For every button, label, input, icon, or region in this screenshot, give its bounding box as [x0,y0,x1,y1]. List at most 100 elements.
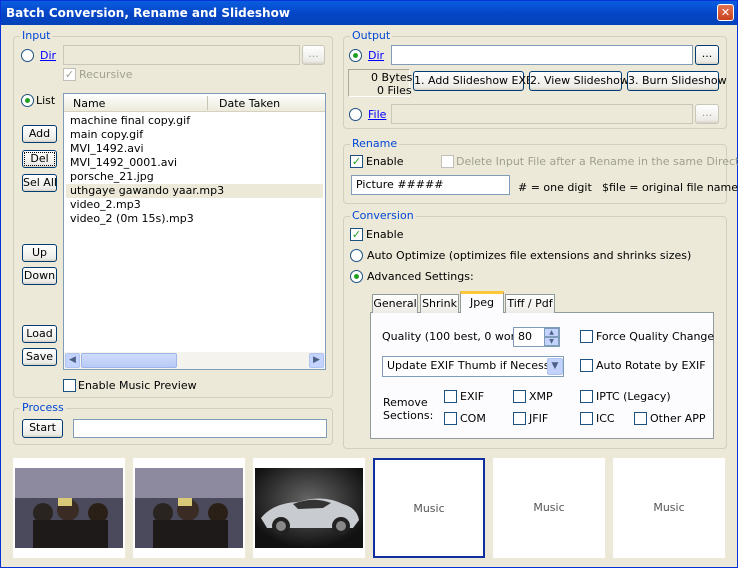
delete-input-checkbox[interactable] [441,155,454,168]
output-bytes: 0 Bytes [371,71,413,84]
output-dir-browse-button[interactable]: ... [695,45,719,65]
thumbnail-video-2[interactable] [133,458,245,558]
auto-optimize-radio[interactable] [350,249,363,262]
com-checkbox[interactable] [444,412,457,425]
force-quality-label: Force Quality Change [596,330,715,343]
close-button[interactable]: ✕ [717,4,734,21]
music-preview-checkbox[interactable] [63,379,76,392]
tab-general[interactable]: General [372,294,418,313]
output-file-field[interactable] [391,104,693,124]
burn-slideshow-button[interactable]: 3. Burn Slideshow [627,71,727,91]
file-list[interactable]: Name Date Taken machine final copy.gif m… [63,93,326,370]
music-label: Music [533,501,565,514]
output-file-link[interactable]: File [368,108,386,121]
add-slideshow-exe-button[interactable]: 1. Add Slideshow EXE [413,71,533,91]
horizontal-scrollbar[interactable]: ◀ ▶ [64,352,325,369]
start-button[interactable]: Start [22,419,63,438]
thumbnail-music-3[interactable]: Music [613,458,725,558]
output-group-label: Output [350,29,393,42]
output-file-radio[interactable] [349,108,362,121]
exif-thumb-select[interactable]: Update EXIF Thumb if Necessary [382,356,564,377]
iptc-checkbox[interactable] [580,390,593,403]
auto-optimize-label: Auto Optimize (optimizes file extensions… [367,249,692,262]
output-dir-radio[interactable] [349,49,362,62]
main-window: Batch Conversion, Rename and Slideshow ✕… [0,0,738,568]
list-item[interactable]: main copy.gif [70,128,143,142]
output-dir-link[interactable]: Dir [368,49,384,62]
thumbnail-video-1[interactable] [13,458,125,558]
thumbnail-music-2[interactable]: Music [493,458,605,558]
conversion-enable-checkbox[interactable]: ✓ [350,228,363,241]
advanced-settings-label: Advanced Settings: [367,270,474,283]
scroll-left-icon[interactable]: ◀ [65,353,80,368]
other-app-label: Other APP [650,412,706,425]
rename-pattern-field[interactable]: Picture ##### [351,175,510,195]
up-button[interactable]: Up [22,244,57,262]
conversion-enable-label: Enable [366,228,404,241]
conversion-group-label: Conversion [350,209,416,222]
list-item[interactable]: machine final copy.gif [70,114,190,128]
list-item[interactable]: video_2 (0m 15s).mp3 [70,212,194,226]
force-quality-checkbox[interactable] [580,330,593,343]
other-app-checkbox[interactable] [634,412,647,425]
music-preview-label: Enable Music Preview [78,379,197,392]
list-item[interactable]: video_2.mp3 [70,198,141,212]
icc-label: ICC [596,412,615,425]
auto-rotate-label: Auto Rotate by EXIF [596,359,706,372]
advanced-settings-radio[interactable] [350,270,363,283]
video-thumbnail-image [15,468,123,548]
rename-hint-digit: # = one digit [518,181,592,194]
tab-tiff-pdf[interactable]: Tiff / Pdf [505,294,555,313]
thumbnail-music-1[interactable]: Music [373,458,485,558]
title-bar: Batch Conversion, Rename and Slideshow ✕ [1,1,737,25]
input-dir-link[interactable]: Dir [40,49,56,62]
list-item[interactable]: MVI_1492.avi [70,142,144,156]
column-name[interactable]: Name [73,97,105,110]
column-date-taken[interactable]: Date Taken [219,97,280,110]
jfif-label: JFIF [529,412,549,425]
exif-checkbox[interactable] [444,390,457,403]
quality-spin-down-icon[interactable]: ▼ [544,337,559,346]
xmp-label: XMP [529,390,553,403]
list-item[interactable]: MVI_1492_0001.avi [70,156,177,170]
xmp-checkbox[interactable] [513,390,526,403]
input-dir-browse-button[interactable]: ... [302,45,325,65]
down-button[interactable]: Down [22,267,57,285]
scroll-right-icon[interactable]: ▶ [309,353,324,368]
del-button[interactable]: Del [22,150,57,168]
output-dir-field[interactable] [391,45,693,65]
scroll-thumb[interactable] [81,353,177,368]
remove-sections-label-2: Sections: [383,409,434,422]
music-label: Music [653,501,685,514]
view-slideshow-button[interactable]: 2. View Slideshow [529,71,629,91]
delete-input-label: Delete Input File after a Rename in the … [456,155,738,168]
remove-sections-label: Remove [383,396,428,409]
tab-shrink[interactable]: Shrink [420,294,459,313]
list-item[interactable]: porsche_21.jpg [70,170,154,184]
save-button[interactable]: Save [22,348,57,366]
tab-jpeg[interactable]: Jpeg [460,291,504,313]
select-all-button[interactable]: Sel All [22,174,57,192]
input-list-radio[interactable] [21,94,34,107]
input-dir-radio[interactable] [21,49,34,62]
load-button[interactable]: Load [22,325,57,343]
input-list-label: List [36,94,56,107]
rename-enable-label: Enable [366,155,404,168]
recursive-label: Recursive [79,68,133,81]
auto-rotate-checkbox[interactable] [580,359,593,372]
video-thumbnail-image [135,468,243,548]
jfif-checkbox[interactable] [513,412,526,425]
rename-enable-checkbox[interactable]: ✓ [350,155,363,168]
quality-spin-up-icon[interactable]: ▲ [544,328,559,337]
output-file-browse-button[interactable]: ... [695,104,719,124]
add-button[interactable]: Add [22,125,57,143]
column-divider [207,96,208,110]
input-dir-field[interactable] [63,45,300,65]
iptc-label: IPTC (Legacy) [596,390,671,403]
com-label: COM [460,412,486,425]
list-item-selected[interactable]: uthgaye gawando yaar.mp3 [66,184,323,198]
recursive-checkbox[interactable]: ✓ [63,68,76,81]
chevron-down-icon[interactable]: ▼ [547,358,563,375]
icc-checkbox[interactable] [580,412,593,425]
thumbnail-car-image[interactable] [253,458,365,558]
